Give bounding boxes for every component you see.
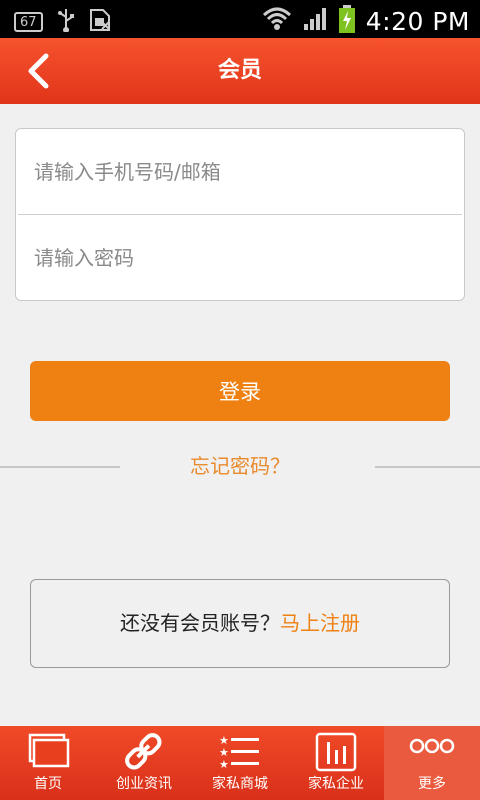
wifi-icon	[262, 5, 292, 37]
nav-label: 家私企业	[308, 776, 364, 792]
more-dots-icon	[409, 738, 455, 754]
star-list-icon: ★★★	[219, 734, 259, 771]
notification-badge: 67	[14, 12, 43, 32]
link-icon	[125, 733, 162, 770]
app-header: 会员	[0, 38, 480, 104]
account-input[interactable]	[16, 129, 464, 215]
nav-label: 首页	[34, 776, 62, 792]
status-bar: 67 4:20 PM	[0, 0, 480, 38]
sim-icon	[89, 8, 111, 36]
nav-item-mall[interactable]: ★ ★ ★ 家私商城	[192, 726, 288, 800]
nav-label: 更多	[418, 776, 446, 792]
chevron-left-icon	[28, 53, 49, 89]
battery-charging-icon	[338, 4, 356, 38]
password-field	[16, 215, 464, 301]
chart-box-icon	[315, 732, 357, 772]
clock: 4:20 PM	[365, 6, 470, 36]
login-form	[15, 128, 465, 301]
divider-right	[375, 466, 480, 468]
home-pages-icon	[28, 733, 70, 768]
signal-icon	[302, 6, 328, 36]
forgot-password-row: 忘记密码？	[0, 450, 480, 482]
status-left: 67	[14, 8, 111, 36]
nav-label: 创业资讯	[116, 776, 172, 792]
svg-text:★: ★	[219, 758, 229, 771]
register-prompt: 还没有会员账号？	[120, 611, 280, 635]
page-title: 会员	[217, 58, 262, 83]
nav-item-more[interactable]: 更多	[384, 726, 480, 800]
register-link[interactable]: 马上注册	[280, 611, 360, 635]
password-input[interactable]	[16, 215, 464, 301]
back-button[interactable]	[20, 50, 60, 92]
nav-label: 家私商城	[212, 776, 268, 792]
nav-item-enterprise[interactable]: 家私企业	[288, 726, 384, 800]
nav-item-home[interactable]: 首页	[0, 726, 96, 800]
login-button[interactable]: 登录	[30, 361, 450, 421]
usb-icon	[57, 8, 75, 36]
account-field	[16, 129, 464, 215]
register-box: 还没有会员账号？马上注册	[30, 579, 450, 668]
bottom-nav: 首页 创业资讯 ★ ★ ★ 家私商城 家私企业 更多	[0, 726, 480, 800]
nav-item-news[interactable]: 创业资讯	[96, 726, 192, 800]
status-right: 4:20 PM	[262, 4, 470, 38]
